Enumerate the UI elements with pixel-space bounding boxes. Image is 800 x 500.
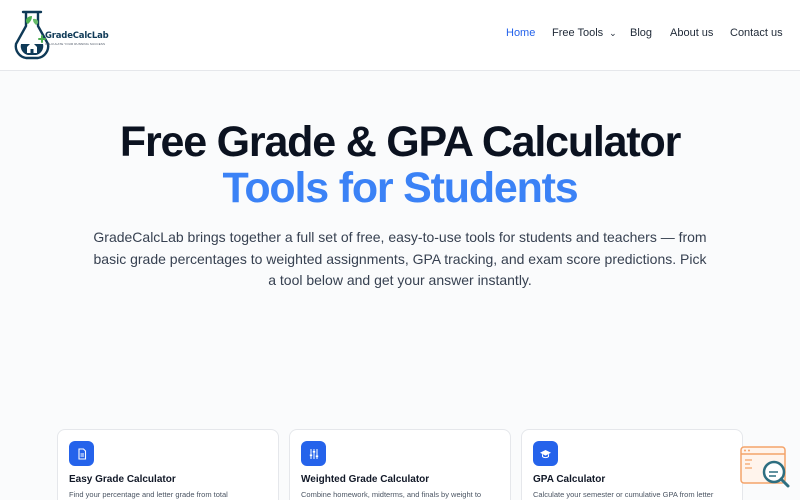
tool-card-gpa[interactable]: GPA Calculator Calculate your semester o… [521, 429, 743, 500]
sliders-icon [301, 441, 326, 466]
site-header: GradeCalcLab CALCULATE YOUR RUNNING SUCC… [0, 0, 800, 71]
tool-card-weighted-grade[interactable]: Weighted Grade Calculator Combine homewo… [289, 429, 511, 500]
nav-item-home[interactable]: Home [506, 27, 535, 39]
card-title: Easy Grade Calculator [69, 474, 176, 485]
hero-title: Free Grade & GPA Calculator [119, 118, 681, 166]
nav-item-about-us[interactable]: About us [670, 27, 713, 39]
document-icon [69, 441, 94, 466]
hero-description: GradeCalcLab brings together a full set … [93, 229, 707, 288]
chevron-down-icon: ⌄ [609, 28, 617, 38]
nav-item-blog[interactable]: Blog [630, 27, 652, 39]
nav-item-free-tools-label: Free Tools [552, 27, 604, 39]
card-title: Weighted Grade Calculator [301, 474, 430, 485]
nav-item-contact-us[interactable]: Contact us [730, 27, 783, 39]
graduation-cap-icon [533, 441, 558, 466]
card-description: Calculate your semester or cumulative GP… [533, 490, 714, 499]
brand-logo[interactable]: GradeCalcLab CALCULATE YOUR RUNNING SUCC… [12, 10, 112, 62]
card-title: GPA Calculator [533, 474, 606, 485]
card-description: Combine homework, midterms, and finals b… [301, 490, 482, 499]
card-description: Find your percentage and letter grade fr… [69, 490, 228, 499]
brand-tagline: CALCULATE YOUR RUNNING SUCCESS [45, 42, 106, 46]
search-magnifier-icon [740, 446, 790, 488]
floating-search-widget[interactable] [740, 446, 792, 488]
brand-name: GradeCalcLab [45, 31, 109, 41]
tool-card-easy-grade[interactable]: Easy Grade Calculator Find your percenta… [57, 429, 279, 500]
nav-item-free-tools[interactable]: Free Tools ⌄ [552, 27, 617, 39]
hero-title-highlight: Tools for Students [222, 164, 578, 212]
